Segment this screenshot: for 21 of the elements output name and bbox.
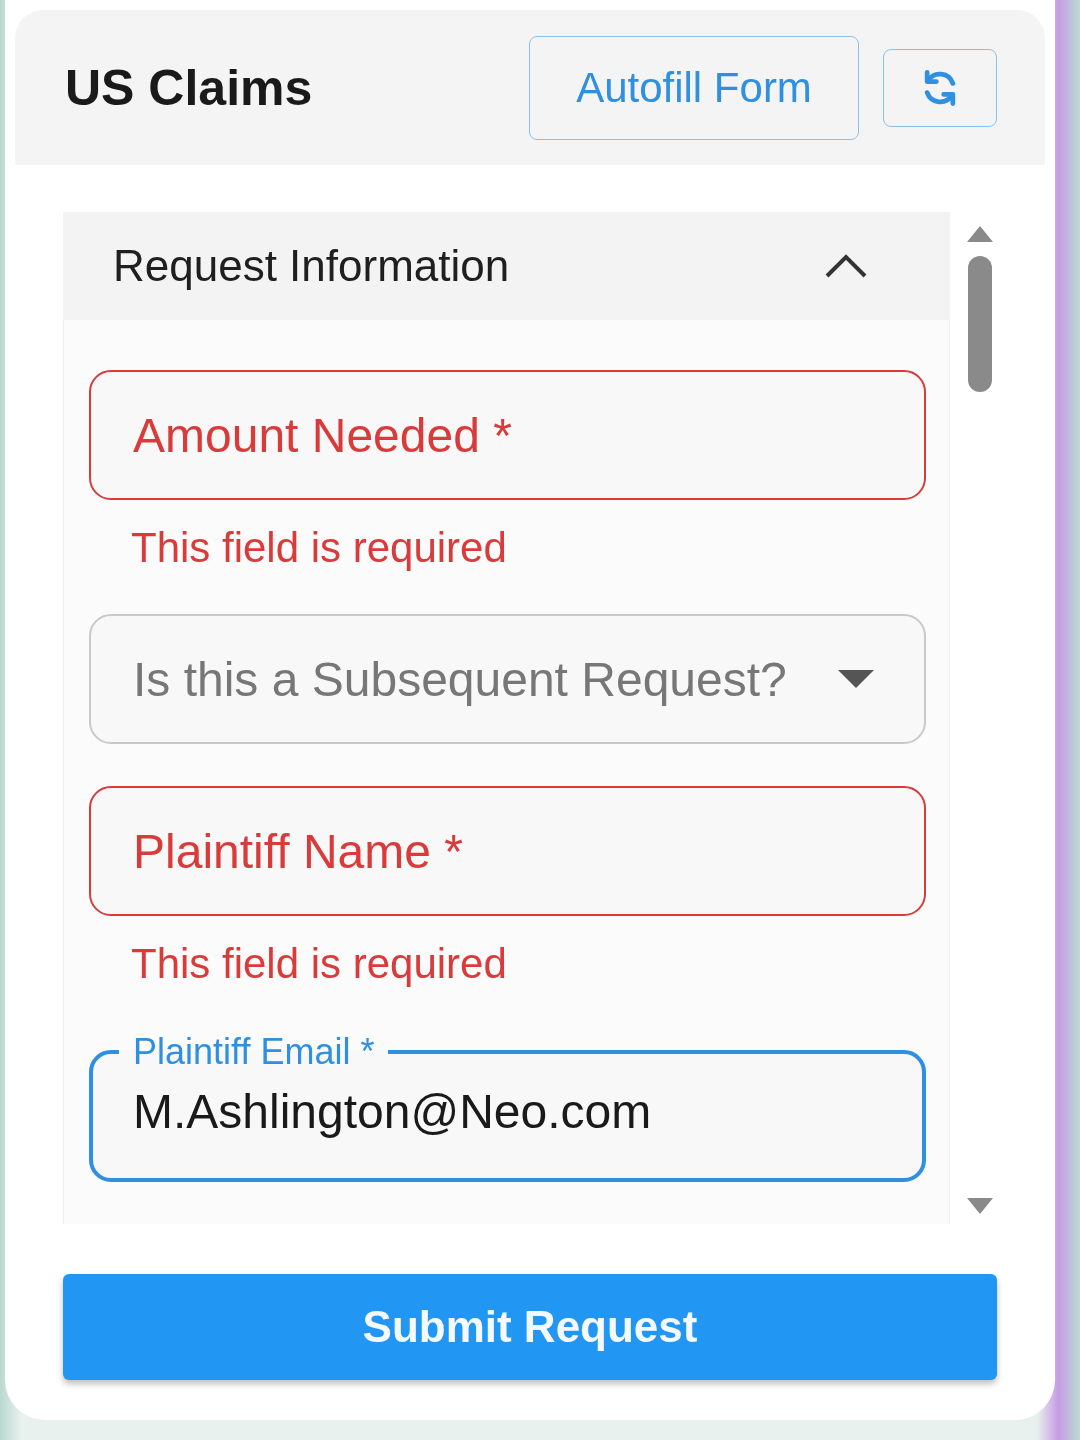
app-title: US Claims bbox=[65, 58, 314, 117]
field-label: Amount Needed * bbox=[133, 407, 512, 463]
input-field[interactable]: Plaintiff Name * bbox=[89, 786, 926, 916]
submit-button[interactable]: Submit Request bbox=[63, 1274, 997, 1380]
dropdown-arrow-icon bbox=[838, 670, 874, 688]
field-label: Plaintiff Name * bbox=[133, 823, 463, 879]
section-title: Request Information bbox=[113, 241, 510, 291]
field-value: M.Ashlington@Neo.com bbox=[133, 1084, 653, 1139]
scroll-up-icon[interactable] bbox=[966, 224, 994, 244]
error-message: This field is required bbox=[130, 523, 508, 572]
scroll-down-icon[interactable] bbox=[966, 1196, 994, 1216]
error-message: This field is required bbox=[130, 939, 508, 988]
scrollbar-thumb[interactable] bbox=[968, 256, 992, 392]
field-label: Plaintiff Email * bbox=[132, 1030, 376, 1074]
autofill-button[interactable]: Autofill Form bbox=[529, 35, 859, 140]
refresh-button[interactable] bbox=[883, 48, 997, 127]
input-field[interactable]: Amount Needed * bbox=[89, 370, 926, 500]
section-header[interactable]: Request Information bbox=[63, 212, 950, 320]
field-label: Is this a Subsequent Request? bbox=[133, 651, 787, 707]
dropdown-field[interactable]: Is this a Subsequent Request? bbox=[89, 614, 926, 744]
chevron-up-icon[interactable] bbox=[824, 253, 868, 279]
